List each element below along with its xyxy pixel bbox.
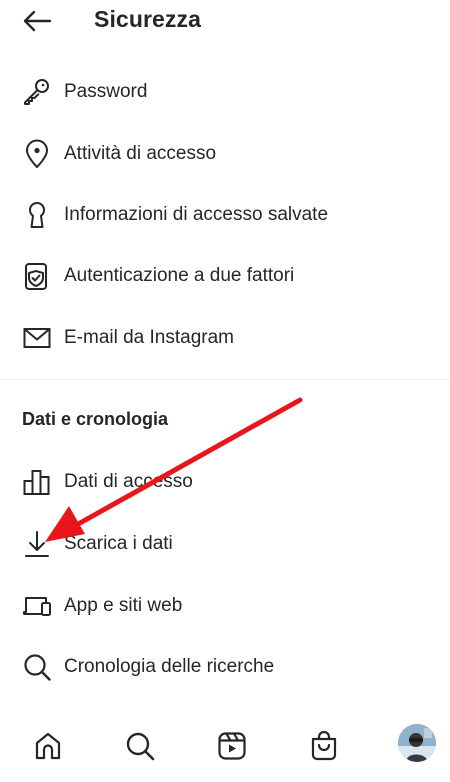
- search-icon: [22, 652, 52, 682]
- menu-item-apps-websites[interactable]: App e siti web: [0, 578, 450, 634]
- menu-item-label: Attività di accesso: [64, 143, 217, 164]
- menu-item-label: Password: [64, 81, 148, 102]
- search-icon: [126, 732, 155, 761]
- menu-item-search-history[interactable]: Cronologia delle ricerche: [0, 639, 450, 695]
- menu-item-label: Cronologia delle ricerche: [64, 656, 275, 677]
- menu-item-label: E-mail da Instagram: [64, 327, 235, 348]
- menu-item-password[interactable]: Password: [0, 64, 450, 120]
- shop-icon: [311, 730, 337, 761]
- menu-item-saved-login[interactable]: Informazioni di accesso salvate: [0, 187, 450, 243]
- menu-item-access-data[interactable]: Dati di accesso: [0, 454, 450, 510]
- menu-item-emails[interactable]: E-mail da Instagram: [0, 310, 450, 366]
- menu-item-two-factor[interactable]: Autenticazione a due fattori: [0, 248, 450, 304]
- keyhole-icon: [22, 200, 52, 230]
- bar-chart-icon: [22, 467, 52, 497]
- nav-search[interactable]: [120, 726, 160, 766]
- devices-icon: [22, 591, 52, 621]
- key-icon: [22, 77, 52, 107]
- security-settings-screen: Sicurezza Password Attività di accesso I…: [0, 0, 450, 782]
- arrow-left-icon: [23, 10, 52, 32]
- shield-phone-icon: [22, 261, 52, 291]
- download-icon: [22, 529, 52, 559]
- section-title: Dati e cronologia: [22, 409, 169, 429]
- envelope-icon: [22, 323, 52, 353]
- menu-item-download-data[interactable]: Scarica i dati: [0, 516, 450, 572]
- location-pin-icon: [22, 139, 52, 169]
- nav-shop[interactable]: [304, 726, 344, 766]
- bottom-nav: [0, 712, 450, 782]
- nav-reels[interactable]: [212, 726, 252, 766]
- page-title: Sicurezza: [94, 6, 202, 32]
- menu-item-label: Autenticazione a due fattori: [64, 265, 295, 286]
- nav-home[interactable]: [28, 726, 68, 766]
- profile-avatar[interactable]: [398, 724, 436, 762]
- home-icon: [35, 732, 61, 760]
- header: Sicurezza: [0, 0, 450, 44]
- menu-item-label: App e siti web: [64, 595, 183, 616]
- back-button[interactable]: [22, 6, 54, 36]
- menu-item-login-activity[interactable]: Attività di accesso: [0, 126, 450, 182]
- section-divider: [0, 379, 450, 380]
- reels-icon: [218, 732, 246, 760]
- menu-item-label: Dati di accesso: [64, 471, 193, 492]
- menu-item-label: Scarica i dati: [64, 533, 173, 554]
- menu-item-label: Informazioni di accesso salvate: [64, 204, 329, 225]
